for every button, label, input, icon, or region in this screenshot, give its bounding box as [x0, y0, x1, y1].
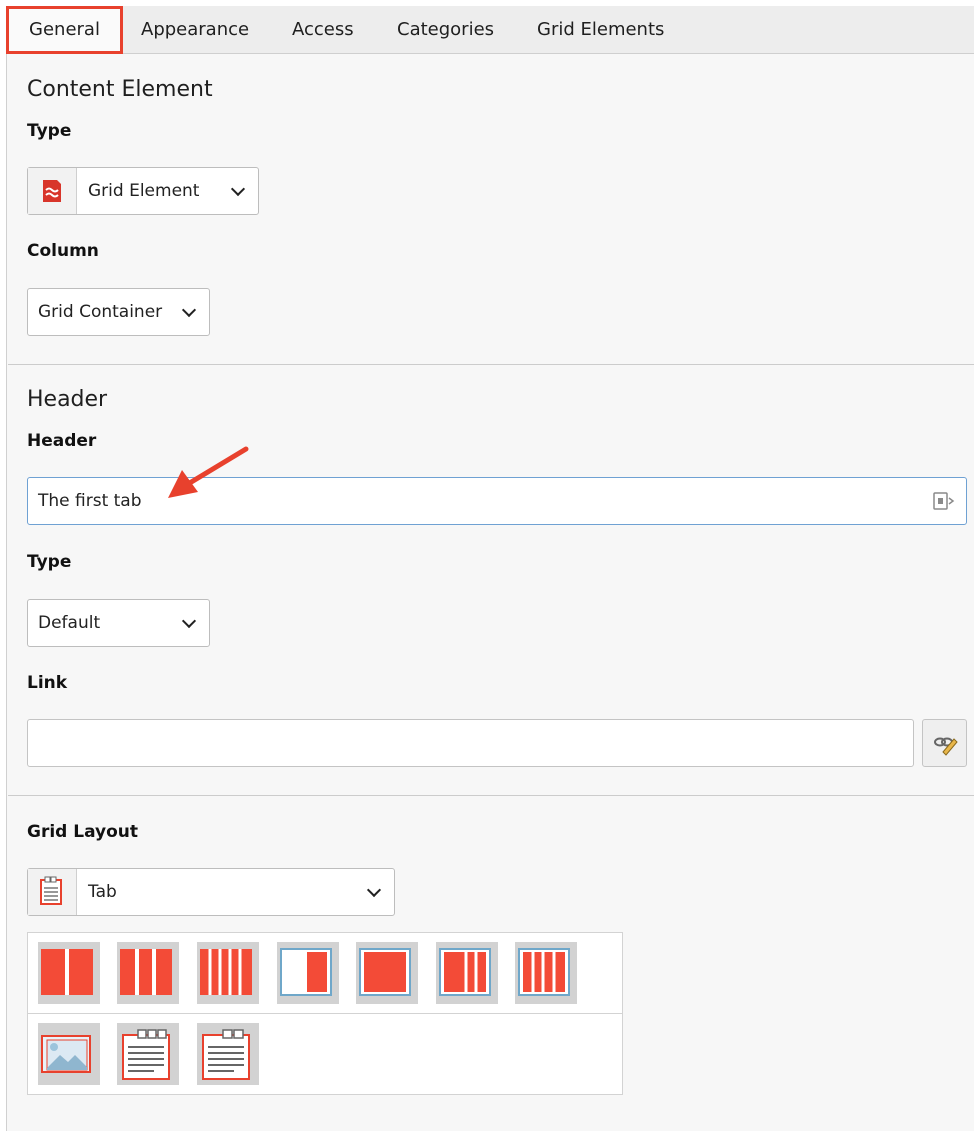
2-columns-icon[interactable] [38, 942, 100, 1004]
image-icon[interactable] [38, 1023, 100, 1085]
link-wizard-button[interactable] [922, 719, 967, 767]
tab-bar: General Appearance Access Categories Gri… [6, 6, 974, 54]
link-label: Link [27, 673, 68, 693]
content-type-value: Grid Element [88, 181, 200, 201]
link-input[interactable] [27, 719, 914, 767]
1-column-wide-icon[interactable] [356, 942, 418, 1004]
chevron-down-icon [366, 882, 382, 898]
column-value: Grid Container [38, 302, 163, 322]
clear-field-icon[interactable] [932, 490, 956, 512]
header-type-label: Type [27, 552, 72, 572]
chevron-down-icon [181, 613, 197, 629]
section-divider [8, 364, 974, 365]
chevron-down-icon [230, 181, 246, 197]
annotation-arrow-icon [168, 446, 249, 498]
3-columns-wide-icon[interactable] [436, 942, 498, 1004]
section-divider [8, 795, 974, 796]
tab-grid-elements[interactable]: Grid Elements [537, 6, 664, 54]
grid-layout-picker [27, 932, 623, 1095]
chevron-down-icon [181, 302, 197, 318]
tab-access[interactable]: Access [292, 6, 354, 54]
picker-row-divider [28, 1013, 622, 1014]
tab-appearance[interactable]: Appearance [141, 6, 249, 54]
content-element-section-title: Content Element [27, 77, 213, 102]
4-columns-wide-icon[interactable] [515, 942, 577, 1004]
header-input-value: The first tab [38, 491, 142, 511]
link-pencil-icon [934, 737, 958, 756]
type-label: Type [27, 121, 72, 141]
grid-layout-label: Grid Layout [27, 822, 139, 842]
header-section-title: Header [27, 387, 108, 412]
header-type-value: Default [38, 613, 101, 633]
3-columns-icon[interactable] [117, 942, 179, 1004]
1-column-narrow-icon[interactable] [277, 942, 339, 1004]
grid-layout-select[interactable]: Tab [27, 868, 395, 916]
tab-layout-icon [28, 869, 77, 915]
grid-element-icon [28, 168, 77, 214]
tab-general[interactable]: General [6, 6, 123, 54]
column-label: Column [27, 241, 99, 261]
header-type-select[interactable]: Default [27, 599, 210, 647]
tab-document-icon[interactable] [117, 1023, 179, 1085]
content-type-select[interactable]: Grid Element [27, 167, 259, 215]
column-select[interactable]: Grid Container [27, 288, 210, 336]
accordion-document-icon[interactable] [197, 1023, 259, 1085]
header-label: Header [27, 431, 97, 451]
4-columns-icon[interactable] [197, 942, 259, 1004]
grid-layout-value: Tab [88, 882, 117, 902]
tab-categories[interactable]: Categories [397, 6, 494, 54]
